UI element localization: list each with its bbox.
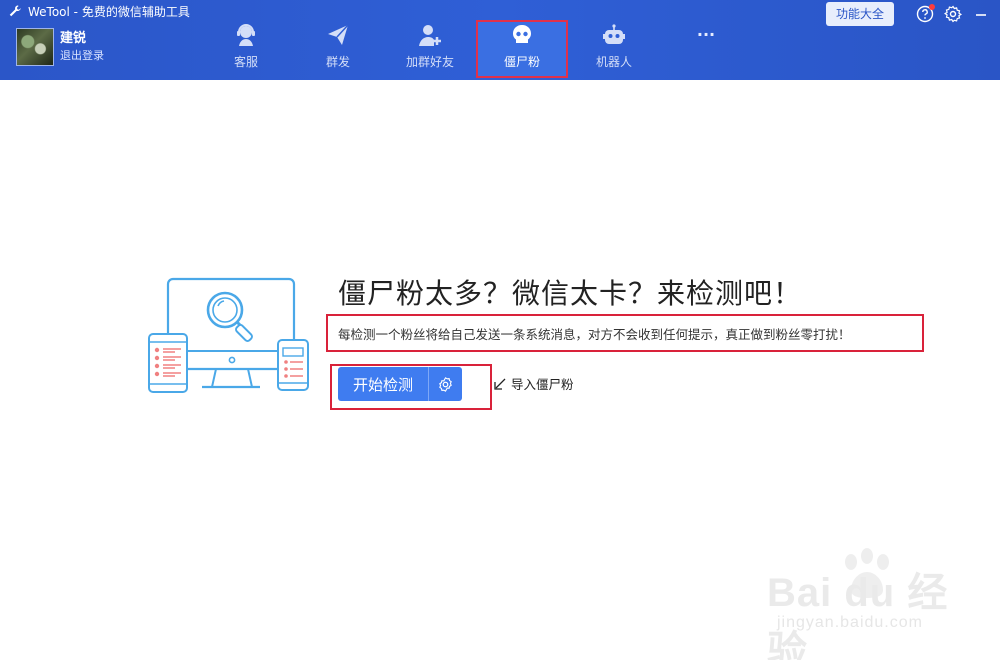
- logout-link[interactable]: 退出登录: [60, 48, 104, 64]
- wetool-window: WeTool - 免费的微信辅助工具 建锐 退出登录 客服 群发 加群好友 僵尸…: [0, 0, 1000, 660]
- nav-label: 机器人: [595, 55, 632, 69]
- customer-service-icon: [237, 24, 255, 46]
- watermark-brand: Bai du 经验: [767, 571, 949, 660]
- skull-icon: [513, 25, 531, 45]
- user-panel: 建锐 退出登录: [16, 28, 104, 66]
- import-label: 导入僵尸粉: [511, 377, 574, 392]
- detection-illustration: [148, 277, 309, 393]
- notification-dot: [929, 4, 935, 10]
- detection-settings-button[interactable]: [428, 367, 462, 401]
- main-nav: 客服 群发 加群好友 僵尸粉 机器人 ···: [200, 20, 752, 78]
- user-name: 建锐: [60, 31, 87, 46]
- window-title: WeTool - 免费的微信辅助工具: [28, 4, 190, 19]
- paper-plane-icon: [328, 24, 349, 45]
- page-headline: 僵尸粉太多？微信太卡？来检测吧！: [338, 277, 803, 310]
- minimize-icon: [976, 14, 986, 16]
- start-detection-button[interactable]: 开始检测: [338, 367, 428, 401]
- title-bar: WeTool - 免费的微信辅助工具: [8, 2, 190, 20]
- import-zombie-fans-link[interactable]: 导入僵尸粉: [492, 374, 574, 393]
- minimize-button[interactable]: [972, 5, 990, 23]
- import-arrow-icon: [494, 378, 506, 390]
- top-right-controls: 功能大全: [825, 2, 990, 26]
- nav-item-broadcast[interactable]: 群发: [292, 20, 384, 78]
- gear-icon: [439, 376, 452, 392]
- wrench-icon: [9, 5, 21, 17]
- nav-label: 群发: [325, 55, 350, 69]
- add-friend-icon: [419, 25, 441, 46]
- nav-item-zombie-fans[interactable]: 僵尸粉: [476, 20, 568, 78]
- nav-item-add-group-friends[interactable]: 加群好友: [384, 20, 476, 78]
- baidu-watermark: Bai du 经验 jingyan.baidu.com: [767, 548, 982, 660]
- description-highlight: 每检测一个粉丝将给自己发送一条系统消息，对方不会收到任何提示，真正做到粉丝零打扰…: [326, 314, 924, 352]
- nav-item-robot[interactable]: 机器人: [568, 20, 660, 78]
- nav-item-more[interactable]: ···: [660, 20, 752, 78]
- header-bar: WeTool - 免费的微信辅助工具 建锐 退出登录 客服 群发 加群好友 僵尸…: [0, 0, 1000, 80]
- watermark-url: jingyan.baidu.com: [777, 614, 923, 631]
- feature-list-button[interactable]: 功能大全: [825, 2, 894, 26]
- avatar[interactable]: [16, 28, 54, 66]
- nav-label: 僵尸粉: [503, 55, 540, 69]
- more-icon: ···: [696, 25, 716, 44]
- help-button[interactable]: [916, 4, 935, 23]
- settings-button[interactable]: [943, 5, 963, 23]
- robot-icon: [603, 24, 625, 44]
- nav-label: 客服: [233, 55, 258, 69]
- nav-label: 加群好友: [405, 55, 454, 69]
- description-text: 每检测一个粉丝将给自己发送一条系统消息，对方不会收到任何提示，真正做到粉丝零打扰…: [338, 326, 851, 342]
- nav-item-customer-service[interactable]: 客服: [200, 20, 292, 78]
- gear-icon: [943, 5, 963, 23]
